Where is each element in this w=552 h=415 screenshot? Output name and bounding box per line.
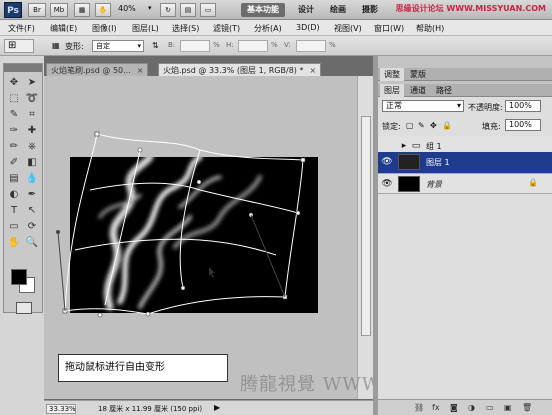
folder-icon[interactable]: ▭ (486, 403, 494, 412)
fill-label: 填充: (482, 122, 501, 131)
instruction-caption: 拖动鼠标进行自由变形 (58, 354, 228, 382)
layer-thumbnail (398, 176, 420, 192)
tab-paths[interactable]: 路径 (432, 84, 456, 97)
status-zoom[interactable]: 33.33% (46, 404, 76, 414)
layer-thumbnail (398, 154, 420, 170)
layer-name[interactable]: 背景 (426, 179, 442, 190)
blend-mode-select[interactable]: 正常 ▾ (382, 100, 464, 112)
trash-icon[interactable]: 🗑 (522, 403, 532, 412)
layer-row-background[interactable]: 👁 背景 🔒 (378, 174, 552, 194)
lock-label: 锁定: (382, 122, 401, 131)
layers-panel-footer: ⛓ fx ◙ ◑ ▭ ▣ 🗑 (378, 399, 552, 415)
chevron-right-icon[interactable]: ▸ (398, 140, 410, 152)
lock-all-icon[interactable]: 🔒 (442, 121, 452, 130)
adjustment-icon[interactable]: ◑ (468, 403, 475, 412)
lock-icon: 🔒 (528, 178, 538, 187)
foreground-color-swatch[interactable] (11, 269, 27, 285)
layer-name[interactable]: 图层 1 (426, 157, 450, 168)
tab-adjustments[interactable]: 调整 (380, 68, 404, 81)
cursor-icon (209, 267, 215, 278)
tab-channels[interactable]: 通道 (406, 84, 430, 97)
link-icon[interactable]: ⛓ (414, 403, 424, 412)
chevron-down-icon: ▾ (456, 101, 461, 110)
lock-position-icon[interactable]: ✥ (430, 121, 437, 130)
eye-icon[interactable]: 👁 (381, 156, 393, 168)
fill-input[interactable]: 100% (505, 119, 541, 131)
layer-row-layer1[interactable]: 👁 图层 1 (378, 152, 552, 174)
document-info: 18 厘米 x 11.99 厘米 (150 ppi) (98, 405, 203, 413)
tab-masks[interactable]: 蒙版 (406, 68, 430, 81)
new-layer-icon[interactable]: ▣ (504, 403, 512, 412)
eye-icon[interactable]: 👁 (381, 178, 393, 190)
opacity-input[interactable]: 100% (505, 100, 541, 112)
folder-icon: ▭ (411, 141, 421, 151)
tab-layers[interactable]: 图层 (380, 84, 404, 97)
opacity-label: 不透明度: (468, 103, 503, 112)
mask-icon[interactable]: ◙ (450, 403, 458, 412)
layer-name[interactable]: 组 1 (426, 141, 442, 152)
layers-panel-tabs: 图层 通道 路径 (378, 84, 552, 97)
adjustments-panel-tabs: 调整 蒙版 (378, 68, 552, 81)
blend-mode-value: 正常 (386, 101, 402, 110)
lock-transparency-icon[interactable]: ▢ (406, 121, 414, 130)
visibility-off-icon[interactable] (381, 140, 393, 152)
lock-pixels-icon[interactable]: ✎ (418, 121, 425, 130)
status-bar: 33.33% 18 厘米 x 11.99 厘米 (150 ppi) ▶ (44, 400, 374, 415)
fx-icon[interactable]: fx (432, 403, 440, 412)
status-menu-arrow[interactable]: ▶ (214, 403, 220, 412)
